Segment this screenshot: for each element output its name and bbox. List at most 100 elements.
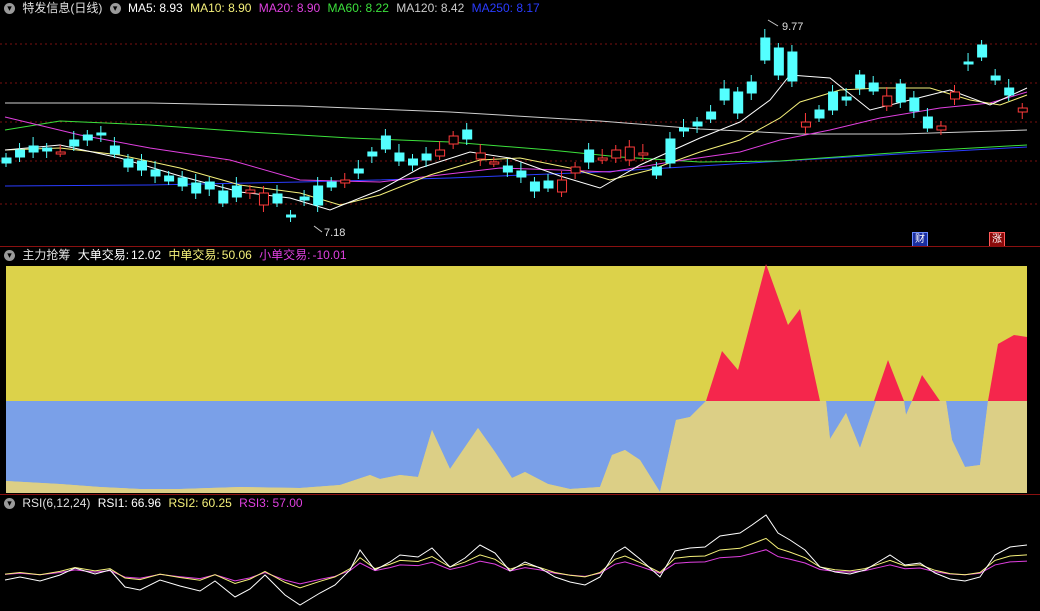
candle-body: [841, 96, 852, 101]
big-order-label: 大单交易:: [77, 248, 130, 262]
options-icon[interactable]: ▾: [4, 3, 15, 15]
candle-body: [1, 157, 12, 164]
ma10-line: [4, 87, 1028, 206]
candle-body: [326, 181, 337, 188]
candle-body: [55, 151, 66, 155]
candle-body: [408, 158, 418, 166]
candle-body: [502, 165, 513, 173]
candle-body: [82, 134, 93, 141]
mid-order-area: [6, 266, 1027, 401]
candle-body: [800, 121, 811, 128]
kline-chart[interactable]: 9.77 7.18: [0, 0, 1040, 246]
candle-body: [990, 75, 1001, 81]
candle-body: [679, 127, 689, 132]
candle-body: [204, 181, 215, 190]
small-order-label: 小单交易:: [259, 248, 311, 262]
candle-body: [529, 181, 540, 192]
kline-panel[interactable]: ▾ 特发信息(日线) ▾ MA5: 8.93 MA10: 8.90 MA20: …: [0, 0, 1040, 246]
candle-body: [692, 121, 703, 127]
candle-body: [96, 132, 107, 136]
big-order-value: 12.02: [131, 248, 162, 262]
candle-body: [380, 135, 391, 150]
candle-body: [435, 149, 446, 157]
flow-panel[interactable]: ▾ 主力抢筹 大单交易: 12.02 中单交易: 50.06 小单交易: -10.01: [0, 247, 1040, 494]
candle-body: [828, 91, 839, 111]
ma-options-icon[interactable]: ▾: [109, 3, 121, 15]
finance-badge[interactable]: 财: [912, 232, 928, 246]
candle-body: [584, 149, 595, 163]
ma20-label: MA20: 8.90: [258, 1, 321, 15]
candle-body: [475, 152, 486, 160]
flow-title: 主力抢筹: [22, 248, 71, 262]
candle-body: [895, 83, 906, 103]
candle-body: [665, 138, 676, 164]
candle-body: [1004, 87, 1015, 96]
rsi-options-icon[interactable]: ▾: [4, 498, 15, 510]
candle-body: [448, 135, 459, 145]
candle-body: [719, 88, 730, 101]
candle-body: [868, 82, 879, 92]
candle-body: [570, 166, 581, 174]
candle-body: [340, 179, 351, 184]
candle-body: [543, 180, 554, 189]
mid-order-value: 50.06: [221, 248, 252, 262]
candle-body: [137, 160, 147, 171]
rsi1-label: RSI1: 66.96: [97, 496, 162, 510]
rsi2-label: RSI2: 60.25: [168, 496, 232, 510]
mid-order-label: 中单交易:: [168, 248, 220, 262]
rsi1-line: [4, 514, 1028, 606]
candle-body: [922, 116, 933, 129]
candle-body: [557, 179, 568, 193]
candle-body: [353, 168, 364, 174]
candle-body: [706, 111, 717, 120]
candle-body: [245, 189, 256, 194]
rsi3-label: RSI3: 57.00: [239, 496, 303, 510]
flow-options-icon[interactable]: ▾: [4, 250, 15, 262]
rsi-panel[interactable]: ▾ RSI(6,12,24) RSI1: 66.96 RSI2: 60.25 R…: [0, 495, 1040, 611]
flow-chart[interactable]: [0, 247, 1040, 494]
candle-body: [936, 125, 947, 131]
candle-body: [421, 153, 432, 161]
candle-body: [367, 151, 378, 157]
candle-body: [462, 129, 473, 140]
candle-body: [313, 185, 324, 206]
candle-body: [15, 149, 26, 158]
ma120-label: MA120: 8.42: [396, 1, 465, 15]
candle-body: [123, 158, 134, 168]
ma5-line: [4, 74, 1028, 211]
candle-body: [69, 139, 80, 147]
candle-body: [286, 214, 297, 218]
ma120-line: [5, 102, 1028, 135]
candle-body: [272, 193, 283, 204]
candle-body: [394, 152, 405, 162]
candle-body: [164, 175, 175, 182]
ma60-label: MA60: 8.22: [327, 1, 389, 15]
candle-body: [1017, 107, 1028, 113]
candle-body: [299, 196, 310, 201]
candle-body: [950, 91, 960, 100]
high-marker: 9.77: [767, 19, 803, 33]
ma20-line: [4, 91, 1028, 183]
flow-header: ▾ 主力抢筹 大单交易: 12.02 中单交易: 50.06 小单交易: -10.01: [0, 247, 351, 263]
candle-body: [855, 74, 866, 89]
candle-body: [611, 149, 622, 159]
candle-body: [109, 145, 120, 155]
rsi-chart[interactable]: [0, 495, 1040, 611]
rsi-title: RSI(6,12,24): [22, 496, 91, 510]
candle-body: [150, 169, 161, 177]
candle-body: [787, 51, 798, 82]
candle-body: [746, 81, 757, 94]
ma10-label: MA10: 8.90: [190, 1, 252, 15]
low-price-label: 7.18: [324, 227, 345, 239]
candle-body: [909, 97, 920, 112]
ma5-label: MA5: 8.93: [128, 1, 183, 15]
candle-body: [963, 61, 974, 65]
candle-body: [882, 95, 893, 107]
rsi-header: ▾ RSI(6,12,24) RSI1: 66.96 RSI2: 60.25 R…: [0, 495, 307, 511]
high-price-label: 9.77: [782, 21, 803, 33]
candle-body: [733, 91, 744, 114]
rise-badge[interactable]: 涨: [989, 232, 1005, 246]
candle-body: [258, 192, 269, 206]
candle-body: [42, 147, 53, 152]
candle-body: [516, 170, 527, 178]
